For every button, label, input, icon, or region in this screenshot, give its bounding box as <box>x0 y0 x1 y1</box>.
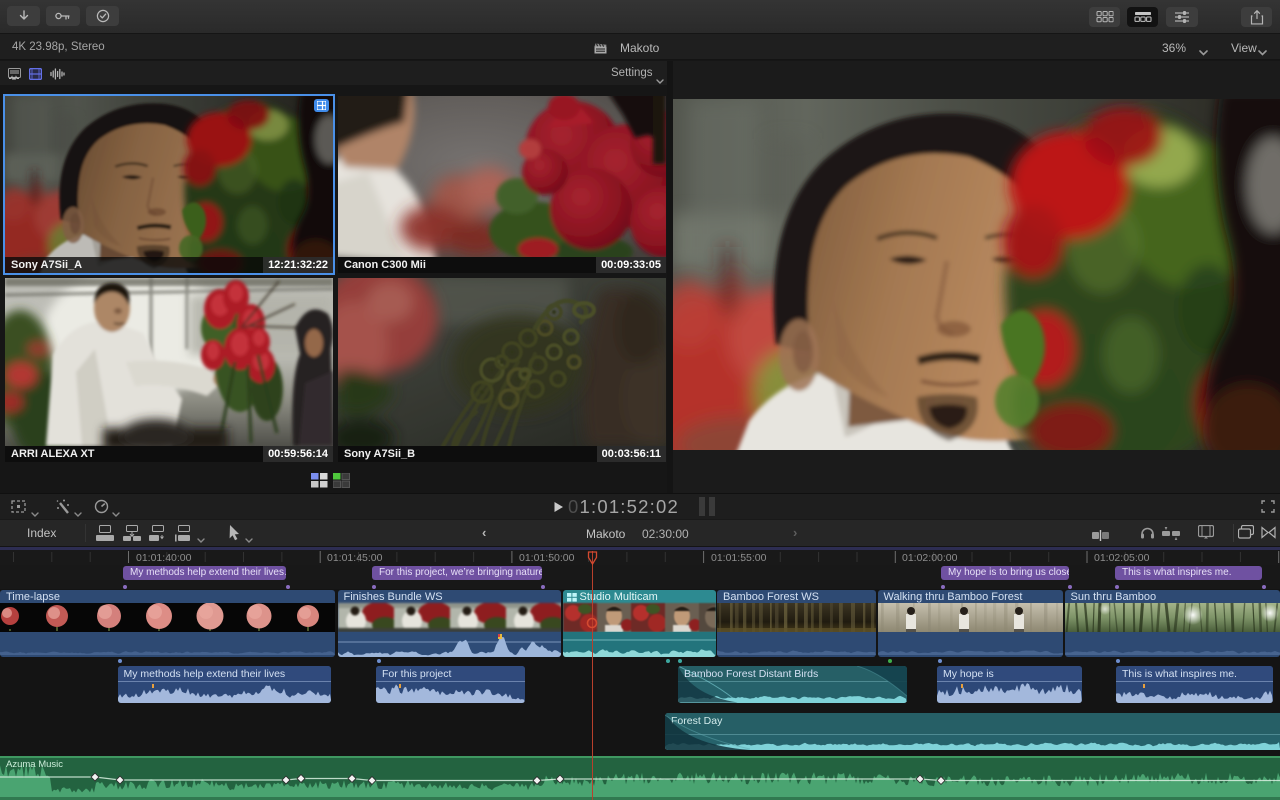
svg-text:01:01:50:00: 01:01:50:00 <box>519 552 575 564</box>
svg-text:01:01:45:00: 01:01:45:00 <box>327 552 383 564</box>
svg-text:01:01:55:00: 01:01:55:00 <box>711 552 767 564</box>
svg-text:01:02:00:00: 01:02:00:00 <box>902 552 958 564</box>
svg-text:01:01:40:00: 01:01:40:00 <box>136 552 192 564</box>
svg-text:01:02:05:00: 01:02:05:00 <box>1094 552 1150 564</box>
